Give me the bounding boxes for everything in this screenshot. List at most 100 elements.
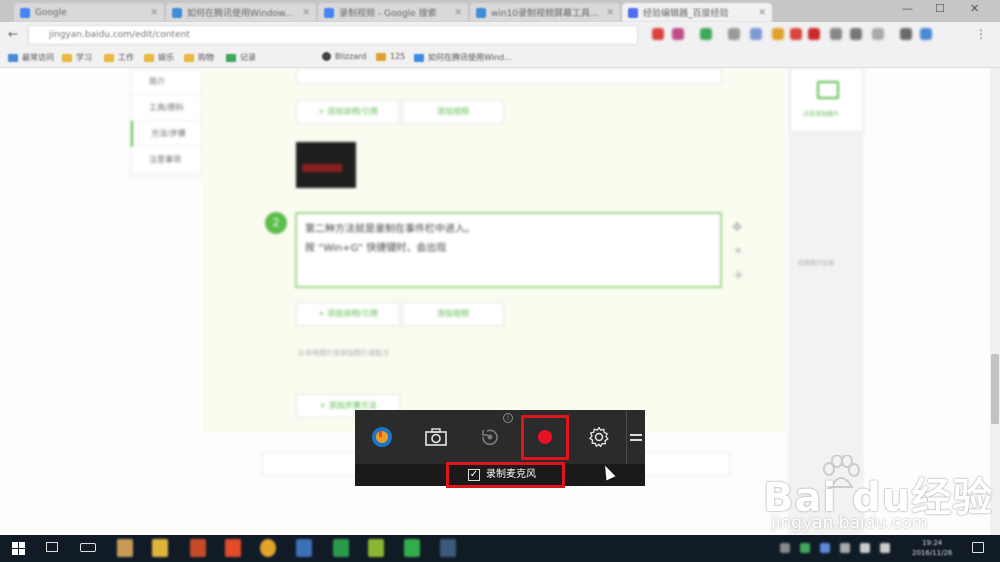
tray-icon[interactable] xyxy=(780,543,790,553)
url-input[interactable]: jingyan.baidu.com/edit/content xyxy=(28,25,638,45)
maximize-icon[interactable]: ☐ xyxy=(935,2,945,15)
add-step-icon[interactable]: + xyxy=(733,268,744,283)
bookmark-item[interactable]: 如何在腾讯使用Wind... xyxy=(414,52,512,63)
taskbar-app-icon[interactable] xyxy=(117,539,133,557)
taskbar-app-icon[interactable] xyxy=(225,539,241,557)
volume-icon[interactable] xyxy=(880,543,890,553)
previous-step-textbox[interactable] xyxy=(296,68,722,84)
url-text: jingyan.baidu.com/edit/content xyxy=(49,30,190,40)
outline-item[interactable]: 简介 xyxy=(131,69,201,95)
chrome-icon[interactable] xyxy=(260,539,276,557)
minimize-icon[interactable]: — xyxy=(902,2,913,15)
windows-taskbar: 19:24 2016/11/26 xyxy=(0,535,1000,562)
xbox-app-button[interactable] xyxy=(360,418,404,456)
folder-icon xyxy=(104,53,114,62)
google-favicon-icon xyxy=(324,7,334,18)
step-image-thumbnail[interactable] xyxy=(296,142,356,188)
bookmark-item[interactable]: Blizzard xyxy=(322,52,366,61)
right-panel-text: 封面图片区域 xyxy=(798,260,835,267)
add-video-button[interactable]: 添加视频 xyxy=(402,302,504,326)
add-reference-button[interactable]: + 添加说明/引用 xyxy=(296,302,400,326)
bookmark-item[interactable]: 125 xyxy=(376,52,405,61)
extension-icon[interactable] xyxy=(850,28,862,40)
bookmark-favicon-icon xyxy=(376,52,386,61)
network-icon[interactable] xyxy=(860,543,870,553)
browser-tab[interactable]: 录制视频 - Google 搜索 ✕ xyxy=(318,3,468,22)
extension-icon[interactable] xyxy=(808,28,820,40)
add-cover-label: 点击添加图片 xyxy=(803,111,840,118)
taskbar-clock[interactable]: 19:24 2016/11/26 xyxy=(912,538,952,558)
bookmark-item[interactable]: 工作 xyxy=(104,52,134,63)
taskbar-app-icon[interactable] xyxy=(296,539,312,557)
browser-tab-active[interactable]: 经验编辑器_百度经验 ✕ xyxy=(622,3,772,22)
grip-icon xyxy=(630,439,642,441)
bookmark-item[interactable]: 购物 xyxy=(184,52,214,63)
extension-icon[interactable] xyxy=(772,28,784,40)
settings-button[interactable] xyxy=(577,418,621,456)
close-tab-icon[interactable]: ✕ xyxy=(600,8,614,18)
add-video-button[interactable]: 添加视频 xyxy=(402,100,504,124)
extension-icon[interactable] xyxy=(790,28,802,40)
scrollbar-thumb[interactable] xyxy=(991,354,999,424)
browser-tab[interactable]: 如何在腾讯使用Window... ✕ xyxy=(166,3,316,22)
windows-start-icon[interactable] xyxy=(12,542,25,555)
outline-item[interactable]: 工具/原料 xyxy=(131,95,201,121)
record-that-button[interactable] xyxy=(468,418,512,456)
tray-icon[interactable] xyxy=(840,543,850,553)
extension-icon[interactable] xyxy=(830,28,842,40)
close-tab-icon[interactable]: ✕ xyxy=(296,8,310,18)
notification-center-icon[interactable] xyxy=(972,542,984,553)
info-icon[interactable]: i xyxy=(503,413,513,423)
baidu-favicon-icon xyxy=(172,7,182,18)
cortana-icon[interactable] xyxy=(46,542,58,552)
step-textbox[interactable]: 第二种方法就是录制在事件栏中进入。 按 “Win+G” 快捷键时，会出现 xyxy=(295,212,722,288)
image-icon xyxy=(817,81,839,99)
taskbar-app-icon[interactable] xyxy=(190,539,206,557)
add-reference-button[interactable]: + 添加说明/引用 xyxy=(296,100,400,124)
extension-icon[interactable] xyxy=(900,28,912,40)
bookmark-item[interactable]: 最常访问 xyxy=(8,52,54,63)
bookmark-item[interactable]: 学习 xyxy=(62,52,92,63)
file-explorer-icon[interactable] xyxy=(152,539,168,557)
tab-title: 经验编辑器_百度经验 xyxy=(643,9,729,19)
wechat-icon[interactable] xyxy=(404,539,420,557)
close-tab-icon[interactable]: ✕ xyxy=(144,8,158,18)
tray-icon[interactable] xyxy=(800,543,810,553)
extension-icon[interactable] xyxy=(750,28,762,40)
game-bar-drag-handle[interactable] xyxy=(626,410,645,464)
taskbar-app-icon[interactable] xyxy=(440,539,456,557)
outline-item[interactable]: 注意事项 xyxy=(131,147,201,173)
move-step-icon[interactable]: ✥ xyxy=(732,220,742,234)
highlight-box xyxy=(446,462,565,488)
bookmark-item[interactable]: 记录 xyxy=(226,52,256,63)
browser-tab[interactable]: win10录制视频屏幕工具... ✕ xyxy=(470,3,620,22)
taskbar-app-icon[interactable] xyxy=(368,539,384,557)
bookmark-item[interactable]: 娱乐 xyxy=(144,52,174,63)
task-view-icon[interactable] xyxy=(80,543,96,552)
outline-item-active[interactable]: 方法/步骤 xyxy=(131,121,201,147)
browser-tab[interactable]: Google ✕ xyxy=(14,3,164,22)
screenshot-button[interactable] xyxy=(414,418,458,456)
delete-step-icon[interactable]: ✕ xyxy=(734,246,742,257)
close-tab-icon[interactable]: ✕ xyxy=(448,8,462,18)
taskbar-app-icon[interactable] xyxy=(333,539,349,557)
close-window-icon[interactable]: ✕ xyxy=(970,2,979,15)
add-cover-image-card[interactable]: 点击添加图片 xyxy=(790,68,864,132)
extension-icon[interactable] xyxy=(652,28,664,40)
bookmarks-bar: 最常访问 学习 工作 娱乐 购物 记录 Blizzard 125 如何在腾讯使用… xyxy=(0,48,1000,68)
tab-title: 如何在腾讯使用Window... xyxy=(187,9,294,19)
bookmark-favicon-icon xyxy=(226,53,236,62)
tab-title: 录制视频 - Google 搜索 xyxy=(339,9,437,19)
extension-icon[interactable] xyxy=(920,28,932,40)
extension-icon[interactable] xyxy=(872,28,884,40)
close-tab-icon[interactable]: ✕ xyxy=(752,8,766,18)
back-arrow-icon[interactable]: ← xyxy=(8,27,18,41)
tray-icon[interactable] xyxy=(820,543,830,553)
step-text-line: 第二种方法就是录制在事件栏中进入。 xyxy=(305,224,475,235)
extension-icon[interactable] xyxy=(728,28,740,40)
browser-tab-bar: Google ✕ 如何在腾讯使用Window... ✕ 录制视频 - Googl… xyxy=(0,0,1000,22)
extension-icon[interactable] xyxy=(672,28,684,40)
image-hint-text: 从本地图片库添加图片或批注 xyxy=(298,349,389,357)
extension-icon[interactable] xyxy=(700,28,712,40)
menu-icon[interactable]: ⋮ xyxy=(975,27,987,41)
